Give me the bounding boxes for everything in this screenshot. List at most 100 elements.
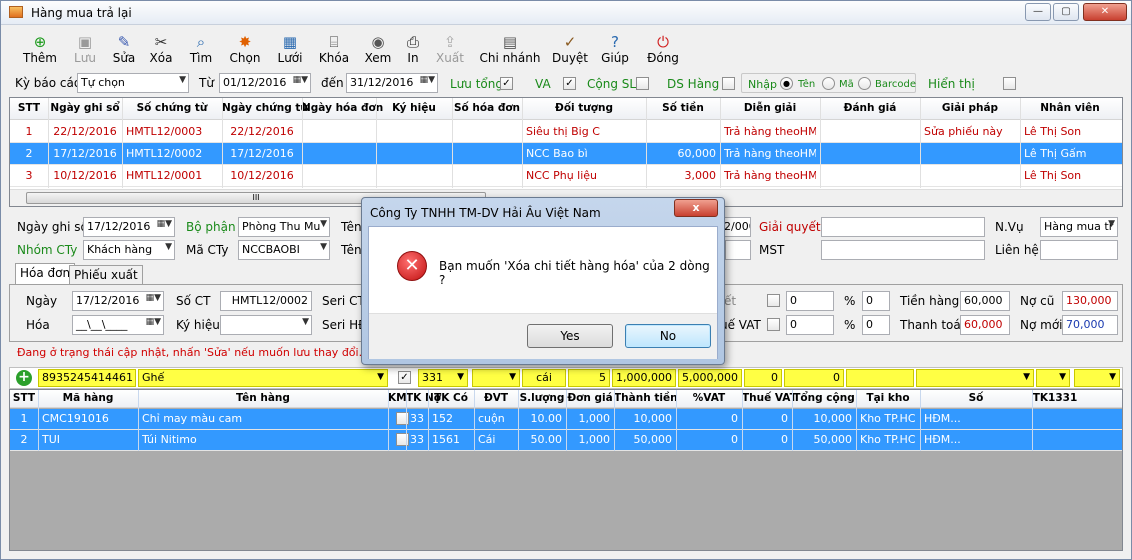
no-button[interactable]: No (625, 324, 711, 348)
entry-number-input[interactable]: ▼ (1036, 369, 1070, 387)
entry-tax-input[interactable]: 0 (784, 369, 844, 387)
discount-checkbox[interactable] (767, 294, 780, 307)
column-header[interactable]: S.lượng (518, 392, 566, 404)
tax-code-input[interactable] (821, 240, 985, 260)
column-header[interactable]: TK Nợ (406, 392, 441, 404)
toolbar-add-button[interactable]: ⊕ Thêm (18, 33, 62, 71)
chevron-down-icon[interactable]: ▼ (1109, 372, 1116, 382)
goods-amount-input[interactable]: 60,000 (960, 291, 1010, 311)
toolbar-select-button[interactable]: ✸ Chọn (222, 33, 268, 71)
vat-value-input[interactable]: 0 (786, 315, 834, 335)
entry-unit-input[interactable]: cái (522, 369, 566, 387)
entry-total-input[interactable] (846, 369, 914, 387)
resolve-input[interactable] (821, 217, 985, 237)
column-header[interactable]: STT (10, 392, 38, 404)
column-header[interactable]: Số tiền (646, 102, 720, 114)
company-group-select[interactable]: Khách hàng ▼ (83, 240, 175, 260)
toolbar-find-button[interactable]: ⌕ Tìm (182, 33, 220, 71)
voucher-row[interactable]: 2 17/12/2016 HMTL12/0002 17/12/2016 NCC Bao … (10, 143, 1122, 165)
chevron-down-icon[interactable]: ▼ (1023, 372, 1030, 382)
entry-km-checkbox[interactable]: ✓ (398, 371, 411, 384)
toolbar-save-button[interactable]: ▣ Lưu (66, 33, 104, 71)
toolbar-preview-button[interactable]: ◉ Xem (358, 33, 398, 71)
new-debt-input[interactable]: 70,000 (1062, 315, 1118, 335)
toolbar-help-button[interactable]: ? Giúp (594, 33, 636, 71)
column-header[interactable]: Thuế VAT (742, 392, 797, 404)
minimize-button[interactable]: — (1025, 3, 1051, 21)
column-header[interactable]: Thành tiền (614, 392, 678, 404)
column-header[interactable]: KM (388, 392, 407, 404)
entry-name-input[interactable]: Ghế ▼ (138, 369, 388, 387)
entry-warehouse-input[interactable]: ▼ (916, 369, 1034, 387)
chevron-down-icon[interactable]: ▼ (457, 372, 464, 382)
column-header[interactable]: Đánh giá (820, 102, 920, 114)
column-header[interactable]: Mã hàng (38, 392, 138, 404)
toolbar-approve-button[interactable]: ✓ Duyệt (546, 33, 594, 71)
radio-code[interactable] (822, 77, 835, 90)
column-header[interactable]: Tên hàng (138, 392, 388, 404)
add-row-icon[interactable]: + (16, 370, 32, 386)
tab-invoice[interactable]: Hóa đơn (15, 263, 76, 285)
detail-km-checkbox[interactable] (396, 433, 409, 446)
symbol-select[interactable]: ▼ (220, 315, 312, 335)
calendar-icon[interactable]: ▦▼ (146, 293, 161, 303)
entry-tk1331-input[interactable]: ▼ (1074, 369, 1120, 387)
column-header[interactable]: Số hóa đơn (452, 102, 522, 114)
vat-checkbox[interactable] (767, 318, 780, 331)
partial-field-2[interactable] (725, 240, 751, 260)
radio-barcode[interactable] (858, 77, 871, 90)
toolbar-edit-button[interactable]: ✎ Sửa (104, 33, 144, 71)
column-header[interactable]: Ngày chứng từ (222, 102, 308, 114)
chevron-down-icon[interactable]: ▼ (509, 372, 516, 382)
toolbar-print-button[interactable]: ⎙ In (398, 33, 428, 71)
toolbar-export-button[interactable]: ⇪ Xuất (430, 33, 470, 71)
show-checkbox[interactable] (1003, 77, 1016, 90)
sum-qty-checkbox[interactable] (636, 77, 649, 90)
column-header[interactable]: Ký hiệu (376, 102, 452, 114)
discount-value-input[interactable]: 0 (786, 291, 834, 311)
voucher-row[interactable]: 3 10/12/2016 HMTL12/0001 10/12/2016 NCC Phụ … (10, 165, 1122, 187)
column-header[interactable]: Diễn giải (720, 102, 820, 114)
entry-account-input[interactable]: 331 ▼ (418, 369, 468, 387)
voucher-grid[interactable]: STT Ngày ghi sổ Số chứng từ Ngày chứng từ Ng… (9, 97, 1123, 207)
calendar-icon[interactable]: ▦▼ (293, 75, 308, 85)
toolbar-power-button[interactable]: ⏻ Đóng (640, 33, 686, 71)
period-select[interactable]: Tự chọn ▼ (77, 73, 189, 93)
vat-percent-input[interactable]: 0 (862, 315, 890, 335)
chevron-down-icon[interactable]: ▼ (1059, 372, 1066, 382)
column-header[interactable]: Số chứng từ (122, 102, 222, 114)
maximize-button[interactable]: ▢ (1053, 3, 1079, 21)
item-list-checkbox[interactable] (722, 77, 735, 90)
chevron-down-icon[interactable]: ▼ (377, 372, 384, 382)
column-header[interactable]: TK1331 (1032, 392, 1078, 404)
column-header[interactable]: Tổng cộng (792, 392, 856, 404)
calendar-icon[interactable]: ▦▼ (146, 317, 161, 327)
column-header[interactable]: ĐVT (474, 392, 518, 404)
to-date-input[interactable]: 31/12/2016 ▦▼ (346, 73, 438, 93)
column-header[interactable]: Nhân viên (1020, 102, 1120, 114)
partial-field[interactable]: 2/000 (725, 217, 751, 237)
column-header[interactable]: Đối tượng (522, 102, 646, 114)
column-header[interactable]: Số (920, 392, 1032, 404)
close-button[interactable]: ✕ (1083, 3, 1127, 21)
tab-delivery[interactable]: Phiếu xuất (69, 265, 143, 285)
toolbar-delete-button[interactable]: ✂ Xóa (142, 33, 180, 71)
entry-price-input[interactable]: 1,000,000 (612, 369, 676, 387)
department-select[interactable]: Phòng Thu Mu ▼ (238, 217, 330, 237)
column-header[interactable]: STT (10, 102, 48, 114)
dialog-close-button[interactable]: x (674, 199, 718, 217)
posting-date-input[interactable]: 17/12/2016 ▦▼ (83, 217, 175, 237)
toolbar-grid-button[interactable]: ▦ Lưới (268, 33, 312, 71)
entry-amount-input[interactable]: 5,000,000 (678, 369, 742, 387)
calendar-icon[interactable]: ▦▼ (420, 75, 435, 85)
toolbar-lock-button[interactable]: ⌸ Khóa (312, 33, 356, 71)
column-header[interactable]: Giải pháp (920, 102, 1020, 114)
entry-credit-input[interactable]: ▼ (472, 369, 520, 387)
toolbar-branch-button[interactable]: ▤ Chi nhánh (474, 33, 546, 71)
voucher-no-input[interactable]: HMTL12/0002 (220, 291, 312, 311)
operation-select[interactable]: Hàng mua tr ▼ (1040, 217, 1118, 237)
old-debt-input[interactable]: 130,000 (1062, 291, 1118, 311)
contact-input[interactable] (1040, 240, 1118, 260)
discount-percent-input[interactable]: 0 (862, 291, 890, 311)
entry-vat-input[interactable]: 0 (744, 369, 782, 387)
